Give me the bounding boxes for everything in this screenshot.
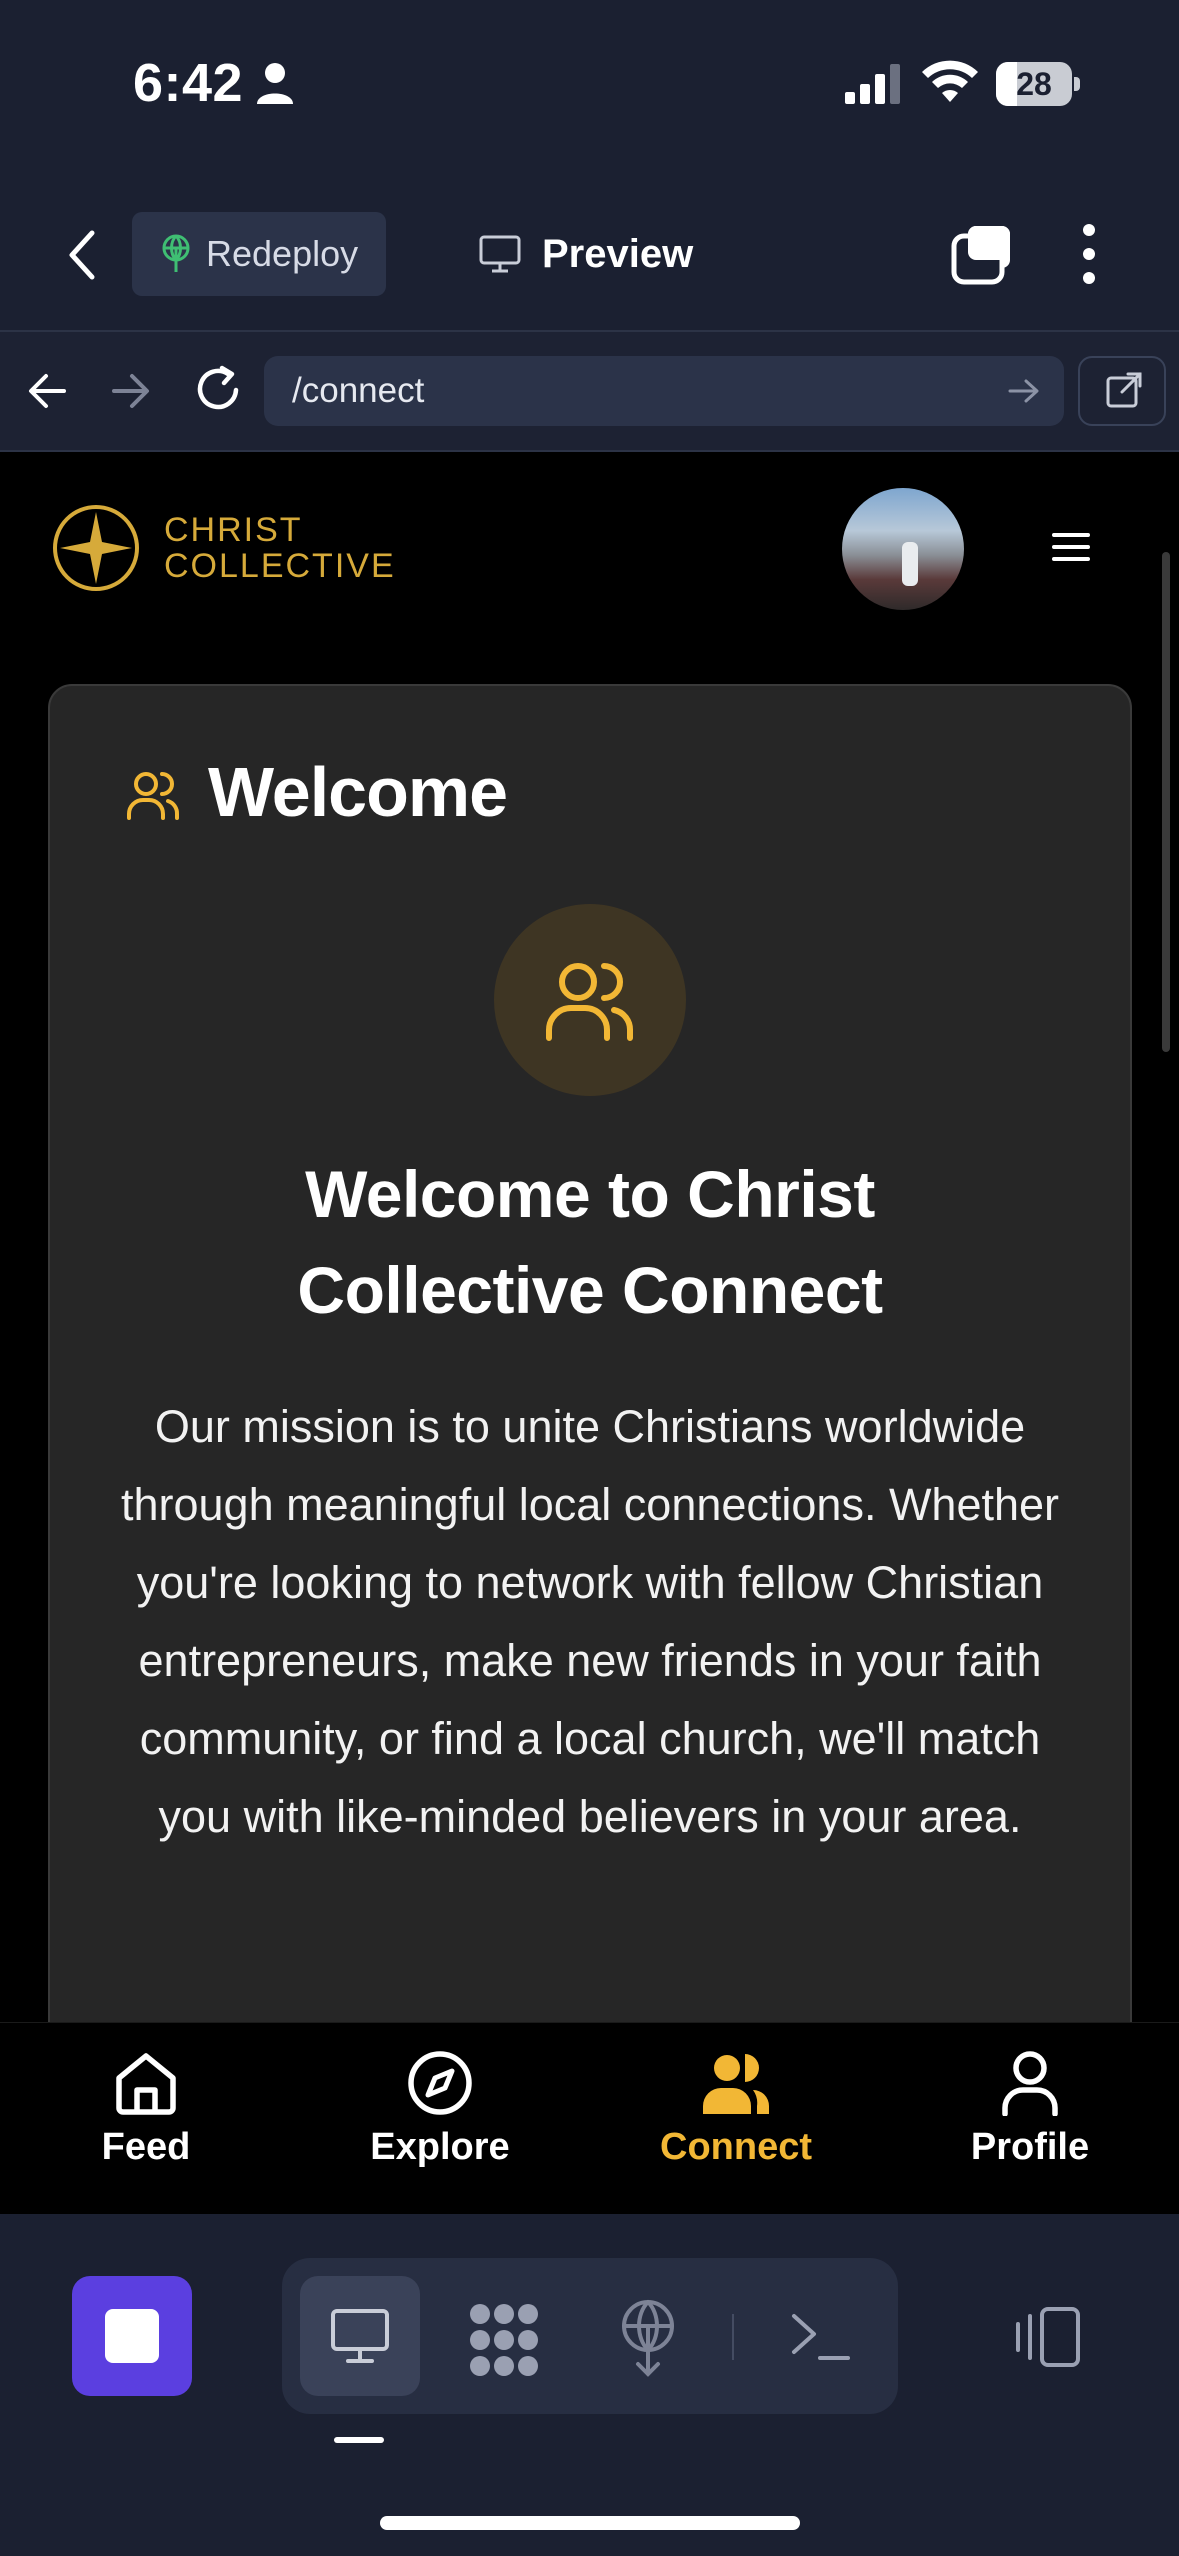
arrow-left-icon[interactable]: [24, 368, 70, 414]
nav-feed[interactable]: Feed: [46, 2050, 246, 2169]
mission-text: Our mission is to unite Christians world…: [120, 1401, 1060, 1842]
wifi-icon: [922, 60, 978, 102]
status-time: 6:42: [133, 53, 244, 113]
site-logo[interactable]: CHRIST COLLECTIVE: [50, 502, 396, 594]
panel-toggle-icon[interactable]: [1012, 2306, 1082, 2368]
redeploy-button[interactable]: Redeploy: [132, 212, 386, 296]
active-mode-indicator: [334, 2437, 384, 2443]
nav-connect-label: Connect: [660, 2126, 812, 2168]
nodes-icon[interactable]: [466, 2302, 542, 2378]
mode-divider: [732, 2314, 734, 2360]
logo-line2: COLLECTIVE: [164, 547, 396, 585]
tabs-icon[interactable]: [950, 222, 1014, 286]
desktop-icon: [331, 2309, 389, 2363]
preview-label: Preview: [542, 231, 694, 276]
logo-line1: CHRIST: [164, 511, 303, 549]
card-title: Welcome: [208, 753, 508, 831]
nav-connect[interactable]: Connect: [636, 2050, 836, 2169]
connect-badge: [494, 904, 686, 1096]
external-link-icon: [1106, 372, 1142, 408]
go-arrow-icon[interactable]: [1006, 376, 1042, 406]
nav-explore[interactable]: Explore: [340, 2050, 540, 2169]
desktop-mode-button[interactable]: [300, 2276, 420, 2396]
compass-icon: [408, 2051, 472, 2115]
avatar[interactable]: [842, 488, 964, 610]
battery-level: 28: [1016, 66, 1052, 102]
stop-icon: [105, 2309, 159, 2363]
star-logo-icon: [53, 505, 139, 591]
nav-explore-label: Explore: [370, 2126, 510, 2168]
welcome-headline: Welcome to Christ Collective Connect: [297, 1157, 883, 1327]
users-icon: [546, 963, 633, 1041]
preview-button[interactable]: Preview: [478, 222, 693, 286]
back-chevron-icon[interactable]: [62, 225, 102, 285]
deploy-icon[interactable]: [616, 2298, 680, 2378]
redeploy-label: Redeploy: [206, 233, 359, 274]
open-external-button[interactable]: [1078, 356, 1166, 426]
welcome-card: [48, 684, 1132, 2084]
home-indicator[interactable]: [380, 2516, 800, 2530]
nav-profile[interactable]: Profile: [930, 2050, 1130, 2169]
reload-icon[interactable]: [192, 364, 246, 418]
arrow-right-icon[interactable]: [108, 368, 154, 414]
person-icon: [257, 63, 293, 104]
battery-icon: 28: [996, 62, 1080, 106]
deploy-globe-icon: [162, 234, 190, 272]
users-icon: [127, 772, 179, 820]
webview-scrollbar[interactable]: [1162, 552, 1170, 1052]
nav-profile-label: Profile: [970, 2126, 1090, 2168]
url-field[interactable]: /connect: [264, 356, 1064, 426]
nav-feed-label: Feed: [101, 2126, 191, 2168]
console-icon[interactable]: [790, 2310, 850, 2362]
home-icon: [116, 2053, 176, 2115]
stop-button[interactable]: [72, 2276, 192, 2396]
monitor-icon: [479, 235, 521, 273]
cellular-signal-icon: [845, 64, 900, 104]
more-vertical-icon[interactable]: [1078, 222, 1100, 286]
user-icon: [1002, 2051, 1058, 2116]
menu-icon[interactable]: [1052, 532, 1090, 562]
users-icon: [703, 2054, 769, 2114]
